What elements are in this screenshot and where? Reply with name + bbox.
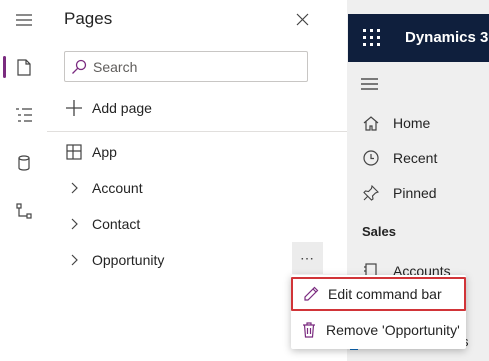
nav-item-recent[interactable]: Recent bbox=[362, 147, 437, 169]
chevron-right-icon[interactable] bbox=[64, 250, 84, 270]
clock-icon bbox=[362, 149, 380, 167]
site-map-hamburger-icon[interactable] bbox=[361, 77, 378, 95]
pencil-icon bbox=[301, 284, 321, 304]
page-item-label: Contact bbox=[92, 216, 141, 232]
nav-item-label: Recent bbox=[393, 150, 438, 166]
home-icon bbox=[362, 114, 380, 132]
page-item-contact[interactable]: Contact bbox=[64, 211, 140, 237]
edit-command-bar-menu-item[interactable]: Edit command bar bbox=[291, 277, 466, 311]
page-item-app[interactable]: App bbox=[64, 139, 117, 165]
search-icon bbox=[65, 52, 93, 81]
menu-item-label: Edit command bar bbox=[328, 286, 442, 302]
page-item-label: Account bbox=[92, 180, 143, 196]
nav-item-label: Pinned bbox=[393, 185, 437, 201]
close-icon[interactable] bbox=[293, 10, 311, 28]
chevron-right-icon[interactable] bbox=[64, 178, 84, 198]
context-menu: Edit command bar Remove 'Opportunity' bbox=[291, 275, 466, 349]
search-box[interactable] bbox=[64, 51, 308, 82]
pages-icon[interactable] bbox=[0, 47, 47, 87]
remove-page-menu-item[interactable]: Remove 'Opportunity' bbox=[291, 313, 466, 347]
pin-icon bbox=[362, 184, 380, 202]
nav-item-pinned[interactable]: Pinned bbox=[362, 182, 437, 204]
app-grid-icon bbox=[64, 142, 84, 162]
app-header: Dynamics 365 bbox=[348, 14, 489, 62]
plus-icon bbox=[64, 98, 84, 118]
search-input[interactable] bbox=[93, 58, 293, 75]
left-rail bbox=[0, 0, 48, 361]
page-item-account[interactable]: Account bbox=[64, 175, 143, 201]
hamburger-icon[interactable] bbox=[0, 0, 47, 40]
nav-item-label: Home bbox=[393, 115, 431, 131]
pages-panel-title: Pages bbox=[64, 9, 113, 28]
automation-icon[interactable] bbox=[0, 191, 47, 231]
more-options-button[interactable]: ⋯ bbox=[292, 242, 323, 274]
app-name: Dynamics 365 bbox=[405, 29, 489, 46]
menu-item-label: Remove 'Opportunity' bbox=[326, 322, 460, 338]
navigation-icon[interactable] bbox=[0, 95, 47, 135]
divider bbox=[47, 131, 347, 132]
trash-icon bbox=[299, 320, 319, 340]
page-item-label: Opportunity bbox=[92, 252, 165, 268]
page-item-label: App bbox=[92, 144, 117, 160]
app-launcher-icon[interactable] bbox=[363, 29, 380, 51]
add-page-label: Add page bbox=[92, 100, 152, 116]
chevron-right-icon[interactable] bbox=[64, 214, 84, 234]
nav-item-home[interactable]: Home bbox=[362, 112, 430, 134]
section-header-sales: Sales bbox=[362, 224, 396, 239]
add-page-button[interactable]: Add page bbox=[64, 95, 152, 121]
data-icon[interactable] bbox=[0, 143, 47, 183]
page-item-opportunity[interactable]: Opportunity bbox=[64, 247, 164, 273]
